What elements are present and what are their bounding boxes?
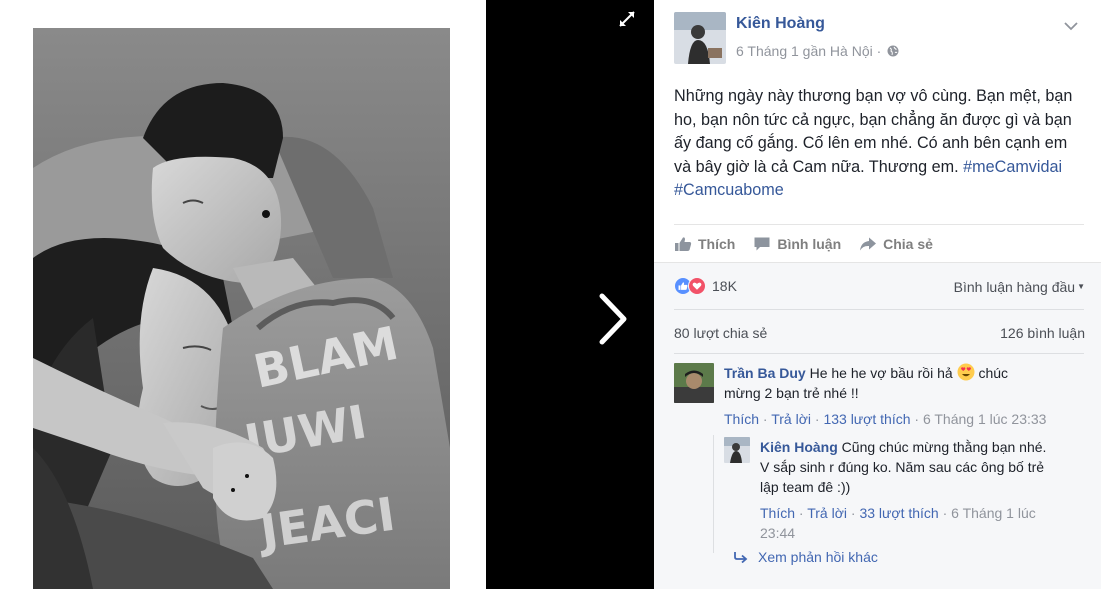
reaction-count: 18K (712, 278, 737, 294)
like-label: Thích (698, 236, 736, 252)
share-count[interactable]: 80 lượt chia sẻ (674, 325, 767, 341)
post-photo[interactable]: BLAM JUWI JEACI (33, 28, 450, 589)
top-comments-label: Bình luận hàng đầu (953, 279, 1076, 295)
commenter-avatar[interactable] (674, 363, 714, 403)
post-actions: Thích Bình luận Chia sẻ (674, 234, 951, 254)
post-meta: 6 Tháng 1 gần Hà Nội · (736, 43, 899, 59)
share-icon (860, 237, 877, 251)
see-more-replies[interactable]: Xem phản hồi khác (734, 549, 878, 565)
comment-text: Trần Ba Duy He he he vợ bầu rồi hả chúc … (724, 363, 1044, 403)
reply-reply-link[interactable]: Trả lời (807, 505, 847, 521)
hashtag-mecamvidai[interactable]: #meCamvidai (963, 158, 1062, 176)
reply: Kiên Hoàng Cũng chúc mừng thằng bạn nhé.… (724, 437, 1084, 547)
top-comments-dropdown[interactable]: Bình luận hàng đầu ▼ (954, 279, 1085, 295)
feedback-section: 18K Bình luận hàng đầu ▼ 80 lượt chia sẻ … (654, 262, 1101, 589)
comment-label: Bình luận (777, 236, 842, 252)
divider (674, 224, 1084, 225)
photo-viewer-gutter (486, 0, 654, 589)
author-avatar[interactable] (674, 12, 726, 64)
reply-footer: Thích · Trả lời · 33 lượt thích · 6 Thán… (760, 505, 1036, 541)
author-name[interactable]: Kiên Hoàng (736, 15, 825, 33)
reply-arrow-icon (734, 552, 748, 563)
hashtag-camcuabome[interactable]: #Camcuabome (674, 181, 784, 199)
post-meta-text[interactable]: 6 Tháng 1 gần Hà Nội · (736, 43, 881, 59)
commenter-name[interactable]: Trần Ba Duy (724, 365, 806, 381)
share-label: Chia sẻ (883, 236, 933, 252)
thumbs-up-icon (675, 237, 692, 251)
love-reaction-icon (688, 277, 706, 295)
divider (674, 353, 1084, 354)
reply-like-link[interactable]: Thích (760, 505, 795, 521)
reply-text: Kiên Hoàng Cũng chúc mừng thằng bạn nhé.… (760, 437, 1050, 497)
photo-image: BLAM JUWI JEACI (33, 28, 450, 589)
reply-author-name[interactable]: Kiên Hoàng (760, 439, 838, 455)
comment-like-link[interactable]: Thích (724, 411, 759, 427)
post-text: Những ngày này thương bạn vợ vô cùng. Bạ… (674, 85, 1086, 203)
post-side-panel: Kiên Hoàng 6 Tháng 1 gần Hà Nội · Những … (654, 0, 1101, 589)
comment-text-part1: He he he vợ bầu rồi hả (809, 365, 953, 381)
post-options-chevron-icon[interactable] (1064, 18, 1078, 31)
comment-likes-count[interactable]: 133 lượt thích (823, 411, 910, 427)
globe-icon (887, 45, 899, 57)
reactions-summary[interactable]: 18K (674, 277, 737, 295)
share-button[interactable]: Chia sẻ (859, 236, 933, 252)
comment-footer: Thích · Trả lời · 133 lượt thích · 6 Thá… (724, 411, 1047, 427)
reply-thread-line (713, 435, 714, 553)
comment-button[interactable]: Bình luận (753, 236, 841, 252)
see-more-replies-label: Xem phản hồi khác (758, 549, 878, 565)
comment-time[interactable]: 6 Tháng 1 lúc 23:33 (923, 411, 1047, 427)
heart-eyes-emoji-icon (957, 363, 975, 381)
photo-panel: BLAM JUWI JEACI (0, 0, 486, 589)
comment-count[interactable]: 126 bình luận (1000, 325, 1085, 341)
comment-reply-link[interactable]: Trả lời (771, 411, 811, 427)
reply-likes-count[interactable]: 33 lượt thích (859, 505, 938, 521)
reply-avatar[interactable] (724, 437, 750, 463)
caret-down-icon: ▼ (1077, 282, 1085, 291)
comment: Trần Ba Duy He he he vợ bầu rồi hả chúc … (674, 363, 1084, 433)
comment-icon (754, 237, 770, 251)
next-photo-chevron-icon[interactable] (590, 286, 634, 352)
expand-icon[interactable] (618, 10, 636, 28)
like-button[interactable]: Thích (674, 236, 735, 252)
divider (674, 309, 1084, 310)
